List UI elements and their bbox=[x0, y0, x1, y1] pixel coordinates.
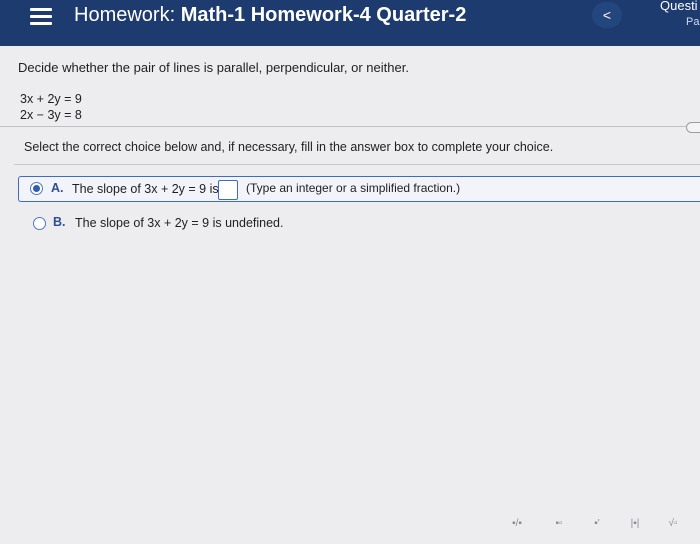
choice-a-letter: A. bbox=[51, 181, 64, 195]
mixed-number-tool-icon[interactable]: ▪▫ bbox=[548, 514, 570, 534]
instruction-divider bbox=[14, 164, 700, 165]
fraction-tool-icon[interactable]: ▪/▪ bbox=[506, 514, 528, 534]
title-prefix: Homework: bbox=[74, 4, 181, 26]
radio-selected-dot-icon bbox=[33, 185, 40, 192]
question-label: Questi bbox=[660, 0, 698, 13]
equation-1: 3x + 2y = 9 bbox=[20, 92, 82, 106]
top-header-bar: Homework: Math-1 Homework-4 Quarter-2 < … bbox=[0, 0, 700, 46]
choice-a-row[interactable]: A. The slope of 3x + 2y = 9 is (Type an … bbox=[18, 176, 700, 202]
slope-answer-input[interactable] bbox=[218, 180, 238, 200]
question-part-label: Pa bbox=[686, 16, 700, 28]
choice-a-text: The slope of 3x + 2y = 9 is bbox=[72, 182, 219, 196]
section-divider bbox=[0, 126, 690, 127]
answer-instruction: Select the correct choice below and, if … bbox=[24, 140, 554, 154]
choice-b-letter: B. bbox=[53, 215, 66, 229]
title-assignment-name: Math-1 Homework-4 Quarter-2 bbox=[180, 4, 467, 26]
answer-format-hint: (Type an integer or a simplified fractio… bbox=[246, 181, 461, 195]
exponent-tool-icon[interactable]: ▪' bbox=[586, 514, 608, 534]
choice-b-radio[interactable] bbox=[33, 217, 46, 230]
hamburger-menu-icon[interactable] bbox=[30, 8, 52, 28]
panel-resize-handle[interactable] bbox=[686, 122, 700, 133]
previous-question-button[interactable]: < bbox=[592, 2, 622, 28]
question-prompt: Decide whether the pair of lines is para… bbox=[18, 60, 409, 75]
choice-a-radio[interactable] bbox=[30, 182, 43, 195]
absolute-value-tool-icon[interactable]: |▪| bbox=[624, 514, 646, 534]
equation-2: 2x − 3y = 8 bbox=[20, 108, 82, 122]
question-panel: Decide whether the pair of lines is para… bbox=[0, 46, 700, 544]
square-root-tool-icon[interactable]: √▫ bbox=[662, 514, 684, 534]
page-title: Homework: Math-1 Homework-4 Quarter-2 bbox=[74, 4, 466, 26]
choice-b-text[interactable]: The slope of 3x + 2y = 9 is undefined. bbox=[75, 216, 283, 230]
